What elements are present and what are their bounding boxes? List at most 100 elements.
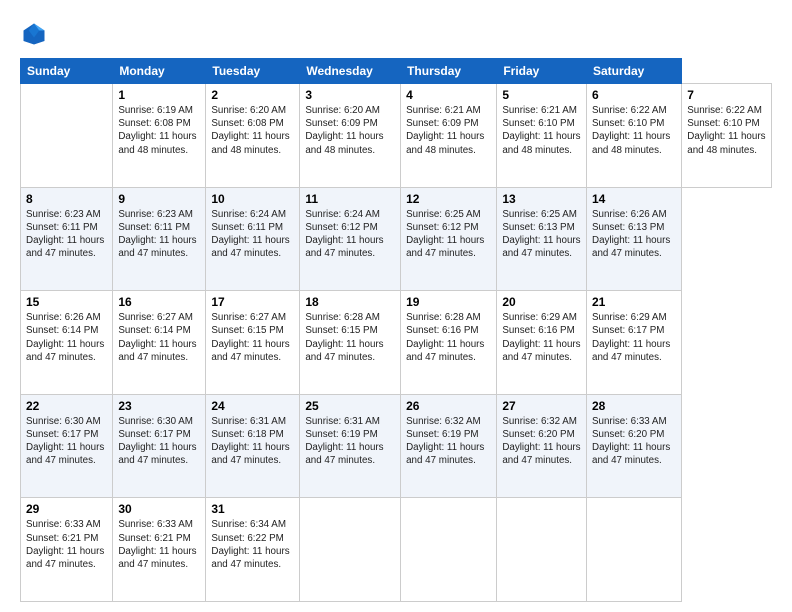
calendar-cell: 27 Sunrise: 6:32 AM Sunset: 6:20 PM Dayli… bbox=[497, 394, 587, 498]
calendar-cell: 23Sunrise: 6:30 AM Sunset: 6:17 PM Dayli… bbox=[113, 394, 206, 498]
day-number: 26 bbox=[406, 399, 491, 413]
day-info: Sunrise: 6:29 AM Sunset: 6:17 PM Dayligh… bbox=[592, 311, 676, 364]
day-info: Sunrise: 6:32 AM Sunset: 6:20 PM Dayligh… bbox=[502, 415, 581, 468]
calendar-week-4: 22 Sunrise: 6:30 AM Sunset: 6:17 PM Dayli… bbox=[21, 394, 772, 498]
calendar-cell: 13 Sunrise: 6:25 AM Sunset: 6:13 PM Dayli… bbox=[497, 187, 587, 291]
calendar-cell: 30 Sunrise: 6:33 AM Sunset: 6:21 PM Dayli… bbox=[113, 498, 206, 602]
day-info: Sunrise: 6:34 AM Sunset: 6:22 PM Dayligh… bbox=[211, 518, 294, 571]
day-info: Sunrise: 6:29 AM Sunset: 6:16 PM Dayligh… bbox=[502, 311, 581, 364]
calendar-cell: 5 Sunrise: 6:21 AM Sunset: 6:10 PM Daylig… bbox=[497, 84, 587, 188]
day-number: 27 bbox=[502, 399, 581, 413]
calendar-cell: 11 Sunrise: 6:24 AM Sunset: 6:12 PM Dayli… bbox=[300, 187, 401, 291]
day-number: 19 bbox=[406, 295, 491, 309]
calendar-cell: 19Sunrise: 6:28 AM Sunset: 6:16 PM Dayli… bbox=[401, 291, 497, 395]
day-info: Sunrise: 6:27 AM Sunset: 6:14 PM Dayligh… bbox=[118, 311, 200, 364]
calendar-cell: 15 Sunrise: 6:26 AM Sunset: 6:14 PM Dayli… bbox=[21, 291, 113, 395]
day-info: Sunrise: 6:26 AM Sunset: 6:13 PM Dayligh… bbox=[592, 208, 676, 261]
day-info: Sunrise: 6:22 AM Sunset: 6:10 PM Dayligh… bbox=[592, 104, 676, 157]
day-number: 21 bbox=[592, 295, 676, 309]
day-info: Sunrise: 6:22 AM Sunset: 6:10 PM Dayligh… bbox=[687, 104, 766, 157]
day-number: 4 bbox=[406, 88, 491, 102]
day-info: Sunrise: 6:26 AM Sunset: 6:14 PM Dayligh… bbox=[26, 311, 107, 364]
day-number: 5 bbox=[502, 88, 581, 102]
col-header-monday: Monday bbox=[113, 59, 206, 84]
calendar-cell: 21 Sunrise: 6:29 AM Sunset: 6:17 PM Dayli… bbox=[587, 291, 682, 395]
calendar-cell bbox=[497, 498, 587, 602]
page: SundayMondayTuesdayWednesdayThursdayFrid… bbox=[0, 0, 792, 612]
calendar-cell: 17Sunrise: 6:27 AM Sunset: 6:15 PM Dayli… bbox=[206, 291, 300, 395]
day-info: Sunrise: 6:32 AM Sunset: 6:19 PM Dayligh… bbox=[406, 415, 491, 468]
day-number: 7 bbox=[687, 88, 766, 102]
day-info: Sunrise: 6:33 AM Sunset: 6:20 PM Dayligh… bbox=[592, 415, 676, 468]
day-number: 6 bbox=[592, 88, 676, 102]
header bbox=[20, 20, 772, 48]
day-number: 13 bbox=[502, 192, 581, 206]
day-info: Sunrise: 6:25 AM Sunset: 6:13 PM Dayligh… bbox=[502, 208, 581, 261]
day-number: 22 bbox=[26, 399, 107, 413]
day-number: 12 bbox=[406, 192, 491, 206]
calendar-week-3: 15 Sunrise: 6:26 AM Sunset: 6:14 PM Dayli… bbox=[21, 291, 772, 395]
day-info: Sunrise: 6:21 AM Sunset: 6:10 PM Dayligh… bbox=[502, 104, 581, 157]
calendar-cell: 29 Sunrise: 6:33 AM Sunset: 6:21 PM Dayli… bbox=[21, 498, 113, 602]
day-number: 8 bbox=[26, 192, 107, 206]
calendar-cell: 26 Sunrise: 6:32 AM Sunset: 6:19 PM Dayli… bbox=[401, 394, 497, 498]
calendar-cell: 22Sunrise: 6:30 AM Sunset: 6:17 PM Dayli… bbox=[21, 394, 113, 498]
calendar-week-5: 29 Sunrise: 6:33 AM Sunset: 6:21 PM Dayli… bbox=[21, 498, 772, 602]
day-number: 20 bbox=[502, 295, 581, 309]
day-info: Sunrise: 6:23 AM Sunset: 6:11 PM Dayligh… bbox=[26, 208, 107, 261]
col-header-friday: Friday bbox=[497, 59, 587, 84]
day-info: Sunrise: 6:30 AM Sunset: 6:17 PM Dayligh… bbox=[118, 415, 200, 468]
calendar-cell: 24Sunrise: 6:31 AM Sunset: 6:18 PM Dayli… bbox=[206, 394, 300, 498]
day-number: 16 bbox=[118, 295, 200, 309]
day-info: Sunrise: 6:21 AM Sunset: 6:09 PM Dayligh… bbox=[406, 104, 491, 157]
day-number: 11 bbox=[305, 192, 395, 206]
calendar-cell: 9 Sunrise: 6:23 AM Sunset: 6:11 PM Daylig… bbox=[113, 187, 206, 291]
calendar-cell: 7 Sunrise: 6:22 AM Sunset: 6:10 PM Daylig… bbox=[682, 84, 772, 188]
col-header-tuesday: Tuesday bbox=[206, 59, 300, 84]
day-info: Sunrise: 6:33 AM Sunset: 6:21 PM Dayligh… bbox=[26, 518, 107, 571]
day-number: 9 bbox=[118, 192, 200, 206]
day-info: Sunrise: 6:20 AM Sunset: 6:09 PM Dayligh… bbox=[305, 104, 395, 157]
calendar-week-1: 1 Sunrise: 6:19 AM Sunset: 6:08 PM Daylig… bbox=[21, 84, 772, 188]
calendar-cell: 4 Sunrise: 6:21 AM Sunset: 6:09 PM Daylig… bbox=[401, 84, 497, 188]
day-number: 29 bbox=[26, 502, 107, 516]
calendar-cell bbox=[587, 498, 682, 602]
day-number: 10 bbox=[211, 192, 294, 206]
day-info: Sunrise: 6:24 AM Sunset: 6:11 PM Dayligh… bbox=[211, 208, 294, 261]
day-info: Sunrise: 6:24 AM Sunset: 6:12 PM Dayligh… bbox=[305, 208, 395, 261]
day-number: 2 bbox=[211, 88, 294, 102]
col-header-sunday: Sunday bbox=[21, 59, 113, 84]
day-number: 1 bbox=[118, 88, 200, 102]
calendar-table: SundayMondayTuesdayWednesdayThursdayFrid… bbox=[20, 58, 772, 602]
calendar-cell: 14 Sunrise: 6:26 AM Sunset: 6:13 PM Dayli… bbox=[587, 187, 682, 291]
col-header-saturday: Saturday bbox=[587, 59, 682, 84]
calendar-cell: 3 Sunrise: 6:20 AM Sunset: 6:09 PM Daylig… bbox=[300, 84, 401, 188]
day-info: Sunrise: 6:23 AM Sunset: 6:11 PM Dayligh… bbox=[118, 208, 200, 261]
calendar-cell: 8 Sunrise: 6:23 AM Sunset: 6:11 PM Daylig… bbox=[21, 187, 113, 291]
day-info: Sunrise: 6:31 AM Sunset: 6:19 PM Dayligh… bbox=[305, 415, 395, 468]
calendar-cell: 18Sunrise: 6:28 AM Sunset: 6:15 PM Dayli… bbox=[300, 291, 401, 395]
day-info: Sunrise: 6:33 AM Sunset: 6:21 PM Dayligh… bbox=[118, 518, 200, 571]
logo bbox=[20, 20, 52, 48]
calendar-cell: 10 Sunrise: 6:24 AM Sunset: 6:11 PM Dayli… bbox=[206, 187, 300, 291]
calendar-cell: 20 Sunrise: 6:29 AM Sunset: 6:16 PM Dayli… bbox=[497, 291, 587, 395]
day-number: 25 bbox=[305, 399, 395, 413]
day-number: 15 bbox=[26, 295, 107, 309]
calendar-cell bbox=[300, 498, 401, 602]
day-number: 31 bbox=[211, 502, 294, 516]
calendar-header-row: SundayMondayTuesdayWednesdayThursdayFrid… bbox=[21, 59, 772, 84]
calendar-cell: 12 Sunrise: 6:25 AM Sunset: 6:12 PM Dayli… bbox=[401, 187, 497, 291]
col-header-wednesday: Wednesday bbox=[300, 59, 401, 84]
day-number: 3 bbox=[305, 88, 395, 102]
empty-cell bbox=[21, 84, 113, 188]
calendar-cell bbox=[401, 498, 497, 602]
day-info: Sunrise: 6:27 AM Sunset: 6:15 PM Dayligh… bbox=[211, 311, 294, 364]
day-number: 30 bbox=[118, 502, 200, 516]
day-info: Sunrise: 6:19 AM Sunset: 6:08 PM Dayligh… bbox=[118, 104, 200, 157]
calendar-cell: 25 Sunrise: 6:31 AM Sunset: 6:19 PM Dayli… bbox=[300, 394, 401, 498]
day-number: 14 bbox=[592, 192, 676, 206]
day-number: 24 bbox=[211, 399, 294, 413]
day-number: 18 bbox=[305, 295, 395, 309]
day-info: Sunrise: 6:25 AM Sunset: 6:12 PM Dayligh… bbox=[406, 208, 491, 261]
calendar-cell: 28Sunrise: 6:33 AM Sunset: 6:20 PM Dayli… bbox=[587, 394, 682, 498]
